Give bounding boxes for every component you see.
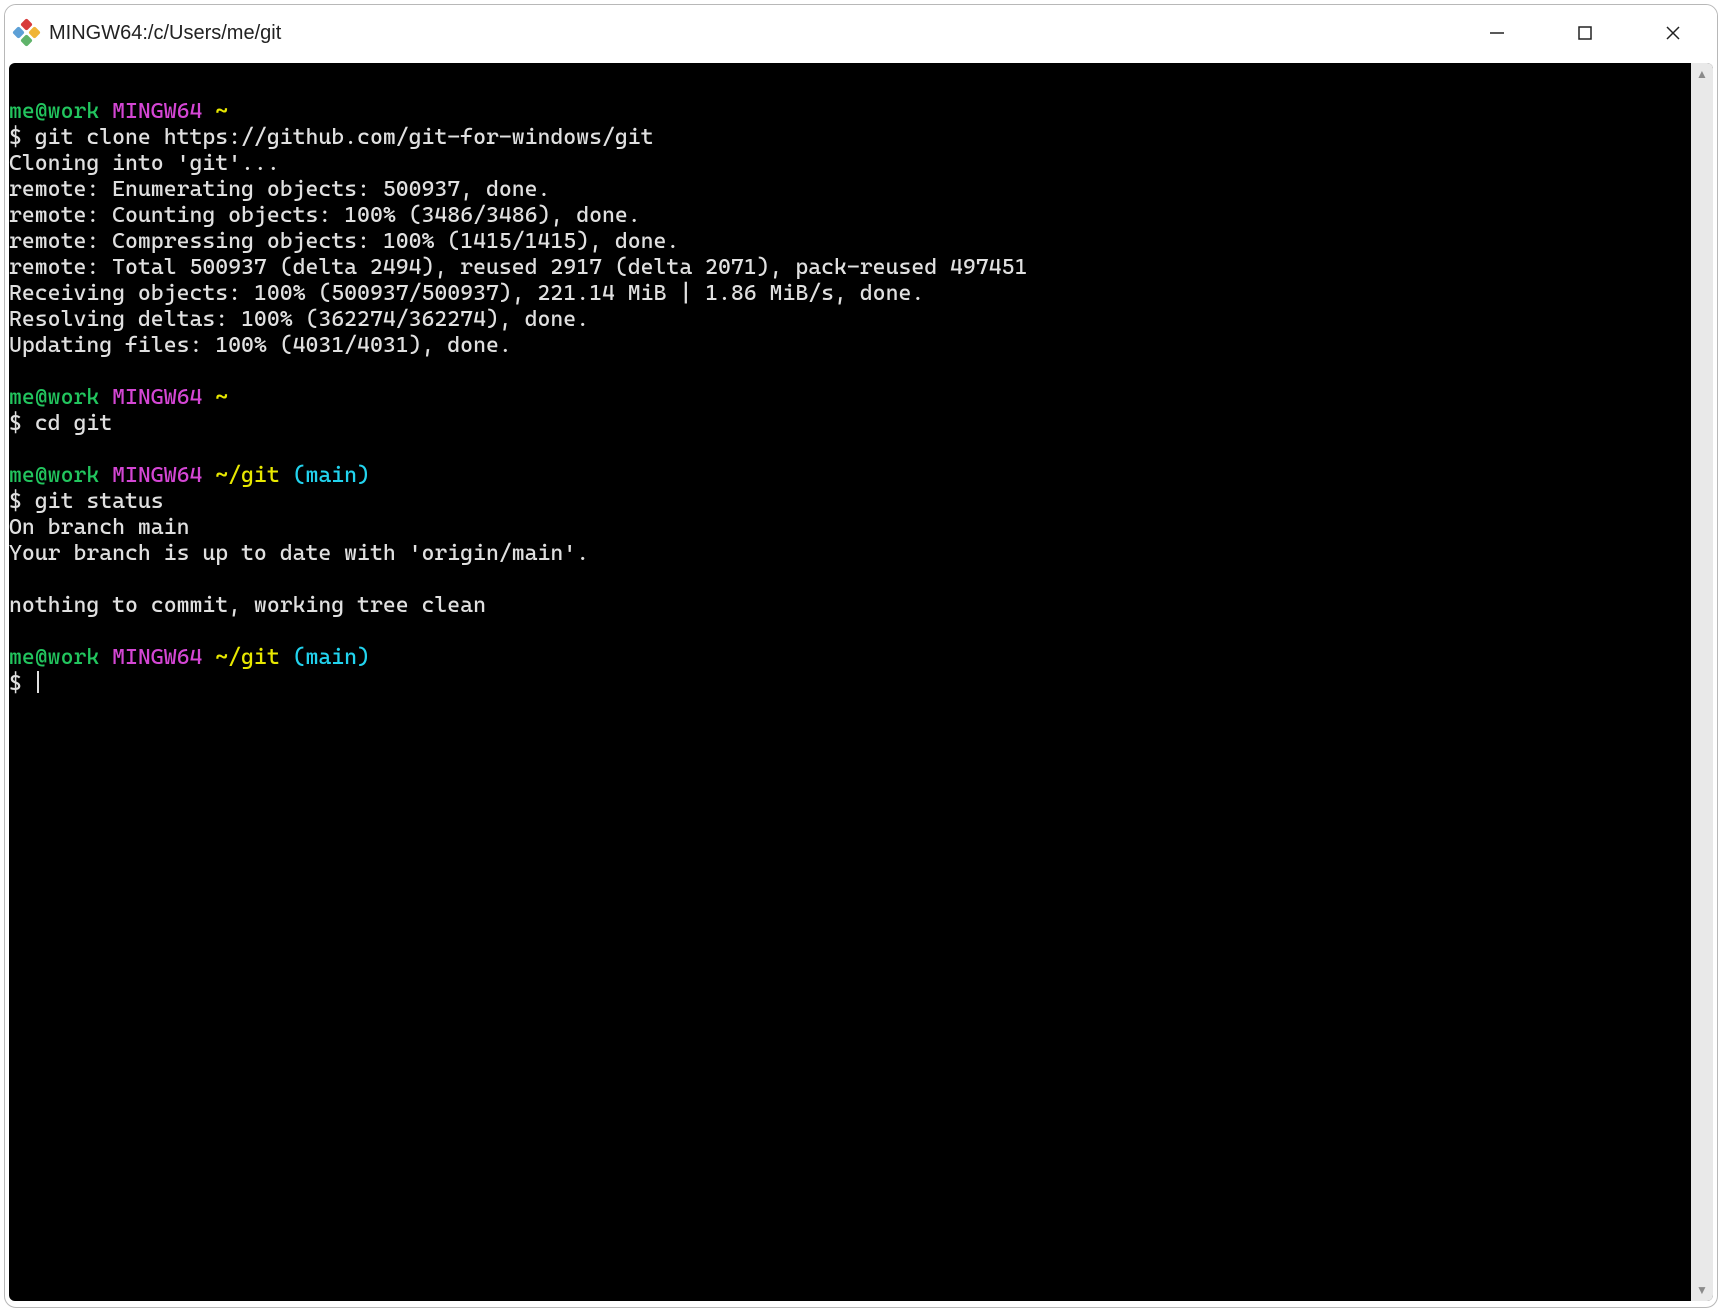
prompt-branch: (main) — [293, 463, 370, 488]
prompt-user: me@work — [9, 99, 99, 124]
prompt-sys: MINGW64 — [112, 645, 202, 670]
output-text: remote: Compressing objects: 100% (1415/… — [9, 229, 679, 254]
scroll-down-icon[interactable]: ▼ — [1691, 1279, 1713, 1301]
output-text: nothing to commit, working tree clean — [9, 593, 486, 618]
terminal-area: me@work MINGW64 ~ $ git clone https://gi… — [9, 63, 1713, 1301]
prompt-sys: MINGW64 — [112, 99, 202, 124]
output-text: On branch main — [9, 515, 189, 540]
command-text: $ git clone https://github.com/git-for-w… — [9, 125, 654, 150]
output-text: Resolving deltas: 100% (362274/362274), … — [9, 307, 589, 332]
minimize-icon — [1489, 25, 1505, 41]
window-title: MINGW64:/c/Users/me/git — [49, 22, 1453, 45]
output-text: remote: Counting objects: 100% (3486/348… — [9, 203, 641, 228]
maximize-button[interactable] — [1541, 5, 1629, 61]
prompt-line: me@work MINGW64 ~/git (main) — [9, 645, 370, 670]
prompt-user: me@work — [9, 645, 99, 670]
command-text: $ cd git — [9, 411, 112, 436]
output-text: Receiving objects: 100% (500937/500937),… — [9, 281, 924, 306]
prompt-line: me@work MINGW64 ~ — [9, 99, 228, 124]
prompt-path: ~/git — [215, 645, 279, 670]
window: MINGW64:/c/Users/me/git me@work MINGW64 … — [4, 4, 1718, 1308]
prompt-user: me@work — [9, 463, 99, 488]
prompt-user: me@work — [9, 385, 99, 410]
scrollbar[interactable]: ▲ ▼ — [1691, 63, 1713, 1301]
prompt-line: me@work MINGW64 ~/git (main) — [9, 463, 370, 488]
title-bar[interactable]: MINGW64:/c/Users/me/git — [5, 5, 1717, 61]
command-text: $ git status — [9, 489, 164, 514]
prompt-path: ~ — [215, 385, 228, 410]
app-icon — [15, 21, 39, 45]
minimize-button[interactable] — [1453, 5, 1541, 61]
output-text: Your branch is up to date with 'origin/m… — [9, 541, 589, 566]
output-text: Cloning into 'git'... — [9, 151, 280, 176]
command-text: $ — [9, 671, 35, 696]
terminal[interactable]: me@work MINGW64 ~ $ git clone https://gi… — [9, 63, 1691, 1301]
prompt-path: ~/git — [215, 463, 279, 488]
text-cursor — [37, 671, 39, 693]
prompt-branch: (main) — [293, 645, 370, 670]
prompt-line: me@work MINGW64 ~ — [9, 385, 228, 410]
scroll-up-icon[interactable]: ▲ — [1691, 63, 1713, 85]
prompt-sys: MINGW64 — [112, 463, 202, 488]
prompt-sys: MINGW64 — [112, 385, 202, 410]
output-text: Updating files: 100% (4031/4031), done. — [9, 333, 512, 358]
output-text: remote: Total 500937 (delta 2494), reuse… — [9, 255, 1027, 280]
output-text: remote: Enumerating objects: 500937, don… — [9, 177, 550, 202]
prompt-path: ~ — [215, 99, 228, 124]
window-controls — [1453, 5, 1717, 61]
close-button[interactable] — [1629, 5, 1717, 61]
maximize-icon — [1577, 25, 1593, 41]
close-icon — [1665, 25, 1681, 41]
